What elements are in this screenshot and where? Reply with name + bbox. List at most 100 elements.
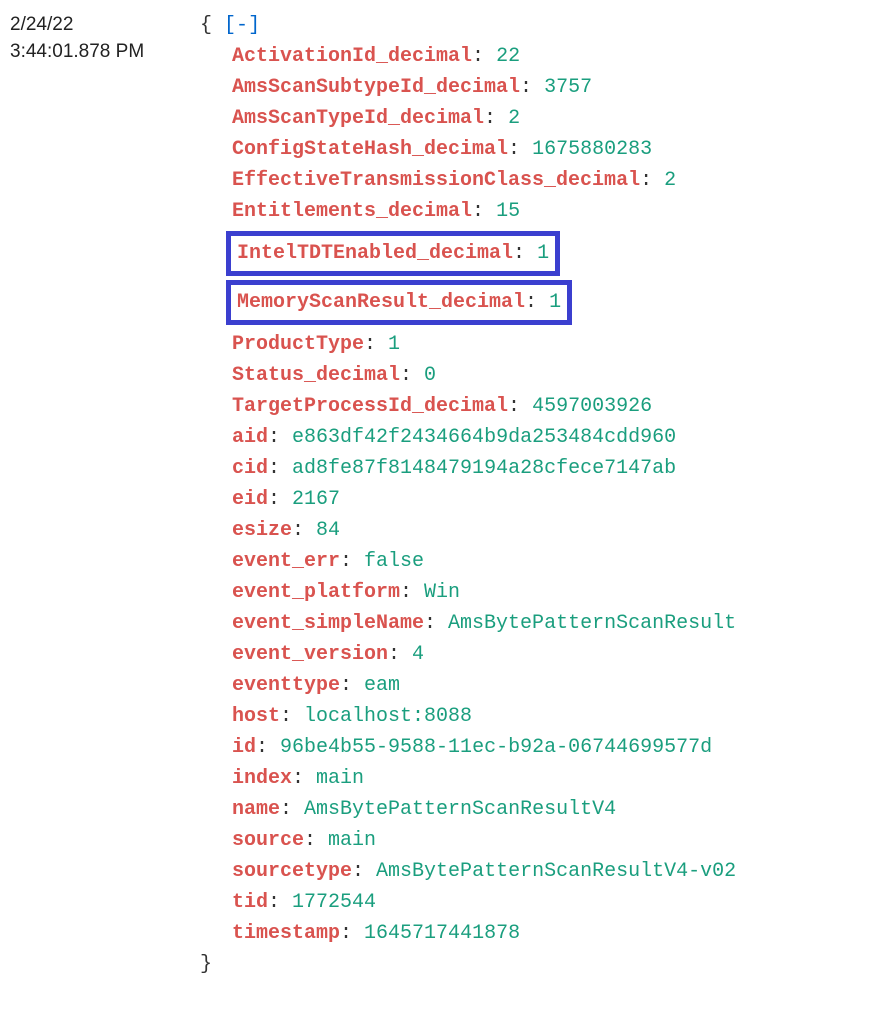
json-field-row: tid: 1772544 bbox=[200, 887, 880, 918]
json-field-row: AmsScanTypeId_decimal: 2 bbox=[200, 103, 880, 134]
json-field-key: timestamp bbox=[232, 922, 340, 945]
json-fields: ActivationId_decimal: 22AmsScanSubtypeId… bbox=[200, 41, 880, 949]
json-field-colon: : bbox=[268, 426, 292, 449]
json-field-row: eid: 2167 bbox=[200, 484, 880, 515]
json-field-colon: : bbox=[520, 76, 544, 99]
json-field-colon: : bbox=[424, 612, 448, 635]
json-field-value: 22 bbox=[496, 45, 520, 68]
json-field-value: Win bbox=[424, 581, 460, 604]
json-field-value: AmsBytePatternScanResult bbox=[448, 612, 736, 635]
json-field-row: ActivationId_decimal: 22 bbox=[200, 41, 880, 72]
json-field-key: esize bbox=[232, 519, 292, 542]
json-field-colon: : bbox=[364, 333, 388, 356]
collapse-open-bracket: [ bbox=[224, 14, 236, 37]
json-close-line: } bbox=[200, 949, 880, 980]
json-field-key: MemoryScanResult_decimal bbox=[237, 291, 525, 314]
json-field-colon: : bbox=[340, 674, 364, 697]
json-field-row: Entitlements_decimal: 15 bbox=[200, 196, 880, 227]
json-field-key: tid bbox=[232, 891, 268, 914]
json-field-row: index: main bbox=[200, 763, 880, 794]
json-field-key: host bbox=[232, 705, 280, 728]
json-field-colon: : bbox=[340, 550, 364, 573]
json-field-colon: : bbox=[292, 519, 316, 542]
json-field-key: IntelTDTEnabled_decimal bbox=[237, 242, 513, 265]
json-field-key: event_err bbox=[232, 550, 340, 573]
json-field-value: ad8fe87f8148479194a28cfece7147ab bbox=[292, 457, 676, 480]
collapse-toggle[interactable]: - bbox=[236, 14, 248, 37]
json-field-key: Entitlements_decimal bbox=[232, 200, 472, 223]
json-field-value: 2 bbox=[664, 169, 676, 192]
json-field-value: false bbox=[364, 550, 424, 573]
log-entry: 2/24/22 3:44:01.878 PM { [-] ActivationI… bbox=[10, 10, 880, 980]
json-field-value: 1645717441878 bbox=[364, 922, 520, 945]
json-field-colon: : bbox=[268, 488, 292, 511]
json-field-colon: : bbox=[472, 45, 496, 68]
json-field-key: sourcetype bbox=[232, 860, 352, 883]
json-field-row: MemoryScanResult_decimal: 1 bbox=[200, 280, 880, 325]
json-field-value: 96be4b55-9588-11ec-b92a-06744699577d bbox=[280, 736, 712, 759]
json-field-colon: : bbox=[472, 200, 496, 223]
json-field-colon: : bbox=[292, 767, 316, 790]
json-field-colon: : bbox=[400, 581, 424, 604]
json-field-value: e863df42f2434664b9da253484cdd960 bbox=[292, 426, 676, 449]
json-field-key: event_simpleName bbox=[232, 612, 424, 635]
json-field-value: main bbox=[316, 767, 364, 790]
json-field-row: host: localhost:8088 bbox=[200, 701, 880, 732]
json-field-row: AmsScanSubtypeId_decimal: 3757 bbox=[200, 72, 880, 103]
json-field-colon: : bbox=[268, 891, 292, 914]
json-field-value: 3757 bbox=[544, 76, 592, 99]
json-field-colon: : bbox=[508, 138, 532, 161]
json-field-row: ConfigStateHash_decimal: 1675880283 bbox=[200, 134, 880, 165]
open-brace: { bbox=[200, 14, 212, 37]
json-field-key: AmsScanSubtypeId_decimal bbox=[232, 76, 520, 99]
json-field-key: index bbox=[232, 767, 292, 790]
json-field-row: event_simpleName: AmsBytePatternScanResu… bbox=[200, 608, 880, 639]
json-field-value: 1 bbox=[388, 333, 400, 356]
json-field-row: TargetProcessId_decimal: 4597003926 bbox=[200, 391, 880, 422]
json-field-colon: : bbox=[388, 643, 412, 666]
json-field-key: event_platform bbox=[232, 581, 400, 604]
json-field-key: name bbox=[232, 798, 280, 821]
json-field-row: eventtype: eam bbox=[200, 670, 880, 701]
json-field-value: 1675880283 bbox=[532, 138, 652, 161]
json-field-key: eid bbox=[232, 488, 268, 511]
json-field-value: AmsBytePatternScanResultV4-v02 bbox=[376, 860, 736, 883]
json-field-value: 1772544 bbox=[292, 891, 376, 914]
json-field-colon: : bbox=[256, 736, 280, 759]
json-field-colon: : bbox=[280, 705, 304, 728]
json-field-colon: : bbox=[304, 829, 328, 852]
json-field-row: event_version: 4 bbox=[200, 639, 880, 670]
highlight-box: IntelTDTEnabled_decimal: 1 bbox=[226, 231, 560, 276]
json-field-value: 1 bbox=[549, 291, 561, 314]
json-field-row: timestamp: 1645717441878 bbox=[200, 918, 880, 949]
json-field-colon: : bbox=[268, 457, 292, 480]
json-field-key: event_version bbox=[232, 643, 388, 666]
json-field-value: 84 bbox=[316, 519, 340, 542]
json-field-row: aid: e863df42f2434664b9da253484cdd960 bbox=[200, 422, 880, 453]
timestamp-column: 2/24/22 3:44:01.878 PM bbox=[10, 10, 200, 65]
collapse-close-bracket: ] bbox=[248, 14, 260, 37]
json-field-row: name: AmsBytePatternScanResultV4 bbox=[200, 794, 880, 825]
json-field-key: Status_decimal bbox=[232, 364, 400, 387]
json-field-value: 15 bbox=[496, 200, 520, 223]
json-field-value: 4597003926 bbox=[532, 395, 652, 418]
json-field-key: source bbox=[232, 829, 304, 852]
json-field-key: ConfigStateHash_decimal bbox=[232, 138, 508, 161]
json-field-value: main bbox=[328, 829, 376, 852]
json-field-colon: : bbox=[640, 169, 664, 192]
json-field-row: id: 96be4b55-9588-11ec-b92a-06744699577d bbox=[200, 732, 880, 763]
json-field-value: 1 bbox=[537, 242, 549, 265]
json-field-value: localhost:8088 bbox=[304, 705, 472, 728]
json-field-colon: : bbox=[484, 107, 508, 130]
json-field-colon: : bbox=[400, 364, 424, 387]
json-field-row: source: main bbox=[200, 825, 880, 856]
json-field-key: TargetProcessId_decimal bbox=[232, 395, 508, 418]
json-field-value: 4 bbox=[412, 643, 424, 666]
json-field-key: ActivationId_decimal bbox=[232, 45, 472, 68]
json-field-value: AmsBytePatternScanResultV4 bbox=[304, 798, 616, 821]
json-field-key: AmsScanTypeId_decimal bbox=[232, 107, 484, 130]
json-field-key: aid bbox=[232, 426, 268, 449]
json-field-value: 0 bbox=[424, 364, 436, 387]
json-field-key: ProductType bbox=[232, 333, 364, 356]
json-field-row: EffectiveTransmissionClass_decimal: 2 bbox=[200, 165, 880, 196]
